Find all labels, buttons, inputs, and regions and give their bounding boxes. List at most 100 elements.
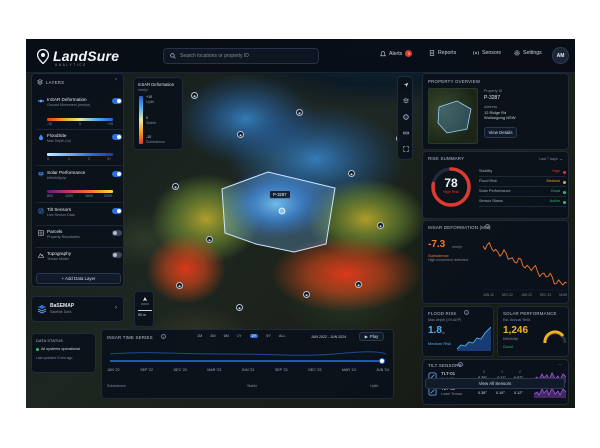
solar-value: 1,246 [503,325,529,336]
sensor-pin[interactable]: ◉ [377,222,384,229]
solar-gauge [543,330,567,344]
property-address-label: Address [484,105,498,109]
scale-label: 50 m [138,313,146,317]
layer-toggle-tilt[interactable] [112,208,122,214]
layer-flood[interactable]: FloodSite Max Depth (m) [36,133,122,153]
risk-summary-panel: RISK SUMMARY Last 7 days ⌄ 78 High Risk … [422,151,569,219]
info-icon[interactable]: i [485,224,490,229]
map-compass[interactable]: 50 m [134,291,154,327]
insar-scale-mid: 0 [79,122,81,126]
layer-toggle-parcels[interactable] [112,230,122,236]
legend-color-bar [139,96,143,144]
timeline-ticks: JUN '22 SEP '22 DEC '22 MAR '23 JUN '23 SEP '… [107,368,389,372]
brand-tagline: ANALYTICS [55,63,87,67]
sensor-pin[interactable]: ◉ [237,131,244,138]
legend-unit: mm/yr [138,88,148,92]
parcel-label[interactable]: P-3287 [269,190,291,199]
globe-icon[interactable] [400,111,412,123]
view-all-sensors-button[interactable]: View All Sensors [425,378,565,389]
gear-icon [514,50,520,56]
flood-scale-2: 2 [88,157,90,161]
insar-x-tick: NOW [559,293,567,297]
brand-logo[interactable]: LandSure [37,48,119,64]
layers-icon [37,79,43,85]
sensor-pin[interactable]: ◉ [355,281,362,288]
risk-row-label: Stability [479,169,493,173]
layer-toggle-solar[interactable] [112,171,122,177]
layer-insar[interactable]: InSAR Deformation Ground Movement (mm/yr… [36,97,122,117]
flood-scale-1: 1 [68,157,70,161]
range-option[interactable]: 6M [224,334,229,338]
range-option[interactable]: ALL [279,334,286,338]
avatar[interactable]: AM [552,47,569,64]
info-icon[interactable]: i [464,310,469,315]
layer-toggle-insar[interactable] [112,98,122,104]
more-options-icon[interactable]: ⋯ [558,362,562,367]
layer-solar[interactable]: Solar Performance kWh/kWp/yr [36,170,122,190]
layer-sub: kWh/kWp/yr [47,176,67,180]
flood-sub: Max depth (1% AEP) [428,318,462,322]
tilt-sensor-icon [38,208,44,214]
risk-row-value: High [552,169,560,173]
legend-tick: Stable [146,121,157,125]
alerts-label: Alerts [389,50,403,57]
range-option[interactable]: 1Y [237,334,242,338]
basemap-selector[interactable]: BaSEMAP Satellite Dark › [31,296,124,322]
sensor-pin[interactable]: ◉ [296,109,303,116]
search-input[interactable] [180,53,310,59]
reports-button[interactable]: Reports [429,50,456,56]
layer-parcels[interactable]: Parcels Property Boundaries [36,229,122,245]
risk-indicator-dot [563,170,566,174]
timeline-tick: SEP '23 [274,368,288,372]
insar-unit: mm/yr [452,245,462,249]
layer-sub: Max Depth (m) [47,139,71,143]
parcel-grid-icon [38,230,44,236]
alerts-button[interactable]: Alerts 3 [380,50,413,57]
range-option[interactable]: 3M [210,334,215,338]
sensor-pin[interactable]: ◉ [176,282,183,289]
chevron-down-icon[interactable]: ⌄ [560,156,563,161]
property-title: PROPERTY OVERVIEW [428,79,481,84]
layer-name: Topography [47,251,72,256]
range-option[interactable]: 5Y [266,334,271,338]
legend-tick: -10 [146,135,152,139]
tilt-x-value: 0.38° [478,391,487,395]
sensor-pin[interactable]: ◉ [303,291,310,298]
mountain-icon [38,253,44,258]
layer-topography[interactable]: Topography Terrain Model [36,251,122,267]
sensor-pin[interactable]: ◉ [206,236,213,243]
info-icon[interactable]: i [161,334,166,339]
risk-row-label: Sensor Status [479,199,503,203]
layer-toggle-topography[interactable] [112,252,122,258]
info-icon[interactable]: i [458,362,463,367]
legend-title: InSAR Deformation [138,82,175,87]
sensor-pin[interactable]: ◉ [191,92,198,99]
play-button[interactable]: ▶ Play [359,332,384,341]
navigate-arrow-icon[interactable] [400,79,412,91]
risk-indicator-dot [563,180,566,184]
collapse-chevron-icon[interactable]: ⌃ [114,78,118,84]
divider [36,247,124,248]
solar-title: SOLAR PERFORMANCE [503,311,557,316]
settings-button[interactable]: Settings [514,50,542,56]
ruler-icon[interactable] [400,127,412,139]
timeline-track[interactable] [106,344,390,364]
sensor-pin[interactable]: ◉ [348,170,355,177]
property-thumbnail[interactable] [428,88,478,144]
search-box[interactable] [163,48,319,64]
view-details-button[interactable]: View Details [484,127,517,138]
range-option[interactable]: 2Y [249,334,259,338]
solar-sub: Est. Annual Yield [503,318,530,322]
add-data-layer-button[interactable]: + Add Data Layer [36,273,121,284]
fullscreen-icon[interactable] [400,143,412,155]
range-option[interactable]: 1M [197,334,202,338]
flood-color-scale [47,153,113,156]
sensor-pin[interactable]: ◉ [236,304,243,311]
layer-toggle-flood[interactable] [112,134,122,140]
sensor-pin[interactable]: ◉ [172,183,179,190]
solar-level: Good [503,344,513,349]
layers-stack-icon[interactable] [400,95,412,107]
layer-tilt[interactable]: Tilt Sensors Live Sensor Data [36,207,122,223]
sensors-button[interactable]: Sensors [473,50,501,56]
location-pin-icon [37,48,49,64]
